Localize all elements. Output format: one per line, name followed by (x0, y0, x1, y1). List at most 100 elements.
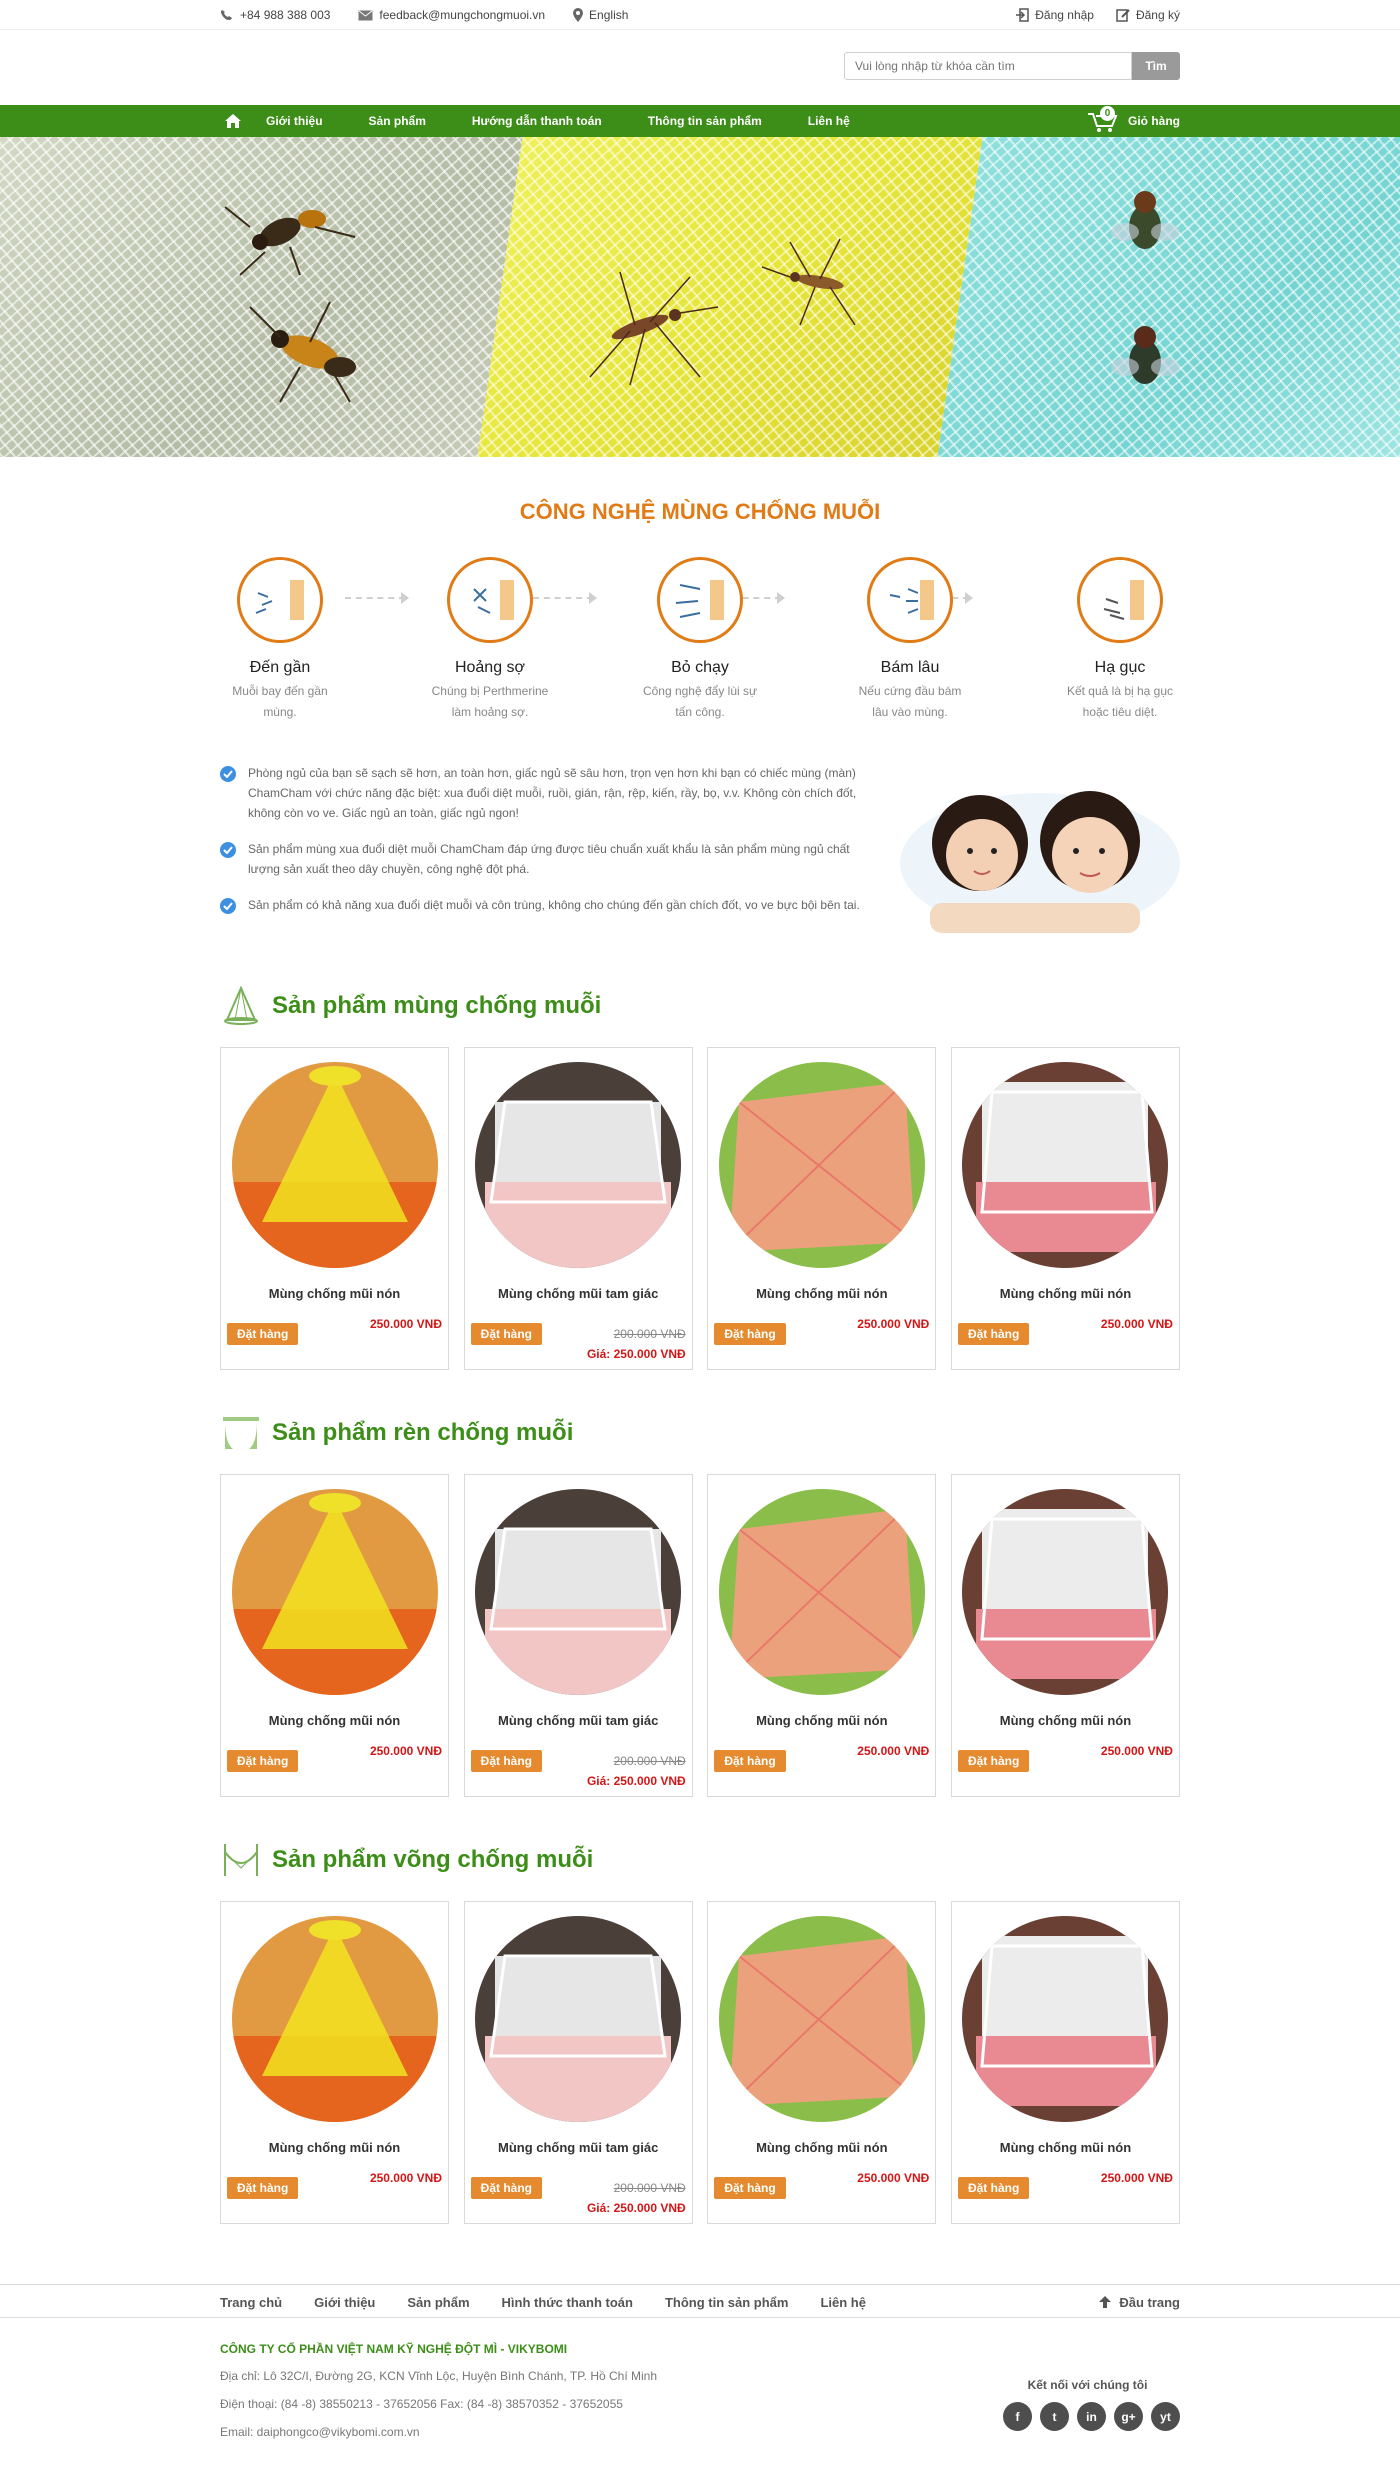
order-button[interactable]: Đặt hàng (957, 2177, 1030, 2199)
product-image[interactable] (231, 1062, 438, 1268)
product-image[interactable] (962, 1062, 1169, 1268)
product-image[interactable] (475, 1062, 682, 1268)
product-card[interactable]: Mùng chống mũi nón Đặt hàng 250.000 VNĐ (707, 1474, 937, 1797)
feature-text: Phòng ngủ của bạn sẽ sạch sẽ hơn, an toà… (248, 766, 857, 820)
login-link[interactable]: Đăng nhập (1015, 8, 1094, 22)
product-name[interactable]: Mùng chống mũi nón (718, 2140, 925, 2155)
facebook-icon[interactable]: f (1003, 2402, 1032, 2431)
section-title: Sản phẩm võng chống muỗi (272, 1846, 594, 1873)
product-card[interactable]: Mùng chống mũi nón Đặt hàng 250.000 VNĐ (707, 1047, 937, 1370)
order-button[interactable]: Đặt hàng (227, 1323, 299, 1345)
nav-item-contact[interactable]: Liên hệ (808, 114, 850, 128)
order-button[interactable]: Đặt hàng (714, 2177, 786, 2199)
step-kill-icon (1077, 557, 1163, 643)
product-card[interactable]: Mùng chống mũi nón Đặt hàng 250.000 VNĐ (950, 1901, 1180, 2224)
product-image[interactable] (962, 1916, 1169, 2122)
tech-step: Đến gần Muỗi bay đến gần mùng. (220, 557, 340, 723)
product-name[interactable]: Mùng chống mũi nón (231, 2140, 438, 2155)
footer-nav: Trang chủ Giới thiệu Sản phẩm Hình thức … (0, 2284, 1400, 2318)
order-button[interactable]: Đặt hàng (470, 1323, 542, 1345)
product-grid: Mùng chống mũi nón Đặt hàng 250.000 VNĐ … (220, 1474, 1180, 1797)
footer-link-product-info[interactable]: Thông tin sản phẩm (665, 2295, 789, 2310)
product-image[interactable] (475, 1916, 682, 2122)
footer-link-contact[interactable]: Liên hệ (820, 2295, 866, 2310)
order-button[interactable]: Đặt hàng (227, 2177, 299, 2199)
search-button[interactable]: Tìm (1132, 52, 1180, 80)
product-image[interactable] (718, 1916, 925, 2122)
order-button[interactable]: Đặt hàng (957, 1750, 1030, 1772)
product-image[interactable] (231, 1916, 438, 2122)
order-button[interactable]: Đặt hàng (714, 1323, 786, 1345)
footer-link-home[interactable]: Trang chủ (220, 2295, 282, 2310)
home-link[interactable] (220, 114, 246, 128)
section-header: Sản phẩm võng chống muỗi (220, 1839, 1180, 1881)
product-card[interactable]: Mùng chống mũi tam giác Đặt hàng 200.000… (463, 1901, 693, 2224)
order-button[interactable]: Đặt hàng (470, 2177, 542, 2199)
product-image[interactable] (475, 1489, 682, 1695)
product-name[interactable]: Mùng chống mũi tam giác (475, 1286, 682, 1301)
product-name[interactable]: Mùng chống mũi nón (718, 1286, 925, 1301)
order-button[interactable]: Đặt hàng (957, 1323, 1030, 1345)
old-price: 200.000 VNĐ (613, 1754, 686, 1768)
product-card[interactable]: Mùng chống mũi nón Đặt hàng 250.000 VNĐ (950, 1047, 1180, 1370)
product-card[interactable]: Mùng chống mũi nón Đặt hàng 250.000 VNĐ (220, 1474, 449, 1797)
nav-item-products[interactable]: Sản phẩm (369, 114, 426, 128)
company-name: CÔNG TY CỔ PHẦN VIỆT NAM KỸ NGHỆ ĐỘT MÌ … (220, 2342, 568, 2356)
product-image[interactable] (718, 1489, 925, 1695)
twitter-icon[interactable]: t (1040, 2402, 1069, 2431)
contact-phone: +84 988 388 003 (220, 8, 330, 22)
order-button[interactable]: Đặt hàng (714, 1750, 786, 1772)
product-name[interactable]: Mùng chống mũi nón (231, 1713, 438, 1728)
product-card[interactable]: Mùng chống mũi tam giác Đặt hàng 200.000… (463, 1474, 693, 1797)
contact-email[interactable]: feedback@mungchongmuoi.vn (358, 8, 545, 22)
back-to-top-label: Đầu trang (1119, 2294, 1180, 2310)
nav-item-product-info[interactable]: Thông tin sản phẩm (648, 114, 762, 128)
product-name[interactable]: Mùng chống mũi tam giác (475, 2140, 682, 2155)
product-name[interactable]: Mùng chống mũi nón (962, 1286, 1169, 1301)
product-image[interactable] (718, 1062, 925, 1268)
product-name[interactable]: Mùng chống mũi nón (962, 1713, 1169, 1728)
nav-item-payment-guide[interactable]: Hướng dẫn thanh toán (472, 114, 602, 128)
section-title: Sản phẩm mùng chống muỗi (272, 992, 602, 1019)
cart-link[interactable]: 0 Giỏ hàng (1088, 106, 1180, 132)
header: Tìm (0, 30, 1400, 105)
search-input[interactable] (844, 52, 1132, 80)
product-image[interactable] (962, 1489, 1169, 1695)
check-icon (220, 842, 236, 858)
language-switch[interactable]: English (573, 8, 628, 22)
product-card[interactable]: Mùng chống mũi tam giác Đặt hàng 200.000… (463, 1047, 693, 1370)
section-title: Sản phẩm rèn chống muỗi (272, 1419, 574, 1446)
step-desc: Công nghệ đẩy lùi sự tấn công. (642, 684, 758, 719)
product-card[interactable]: Mùng chống mũi nón Đặt hàng 250.000 VNĐ (220, 1047, 449, 1370)
hammock-icon (220, 1839, 262, 1881)
google-plus-icon[interactable]: g+ (1114, 2402, 1143, 2431)
product-card[interactable]: Mùng chống mũi nón Đặt hàng 250.000 VNĐ (220, 1901, 449, 2224)
linkedin-icon[interactable]: in (1077, 2402, 1106, 2431)
tech-step: Bám lâu Nếu cứng đầu bám lâu vào mùng. (850, 557, 970, 723)
product-image[interactable] (231, 1489, 438, 1695)
product-card[interactable]: Mùng chống mũi nón Đặt hàng 250.000 VNĐ (707, 1901, 937, 2224)
product-name[interactable]: Mùng chống mũi tam giác (475, 1713, 682, 1728)
order-button[interactable]: Đặt hàng (470, 1750, 542, 1772)
step-name: Bám lâu (880, 659, 940, 676)
social-title: Kết nối với chúng tôi (1027, 2378, 1148, 2392)
product-price: 250.000 VNĐ (857, 2171, 930, 2185)
register-link[interactable]: Đăng ký (1116, 8, 1180, 22)
back-to-top-link[interactable]: Đầu trang (1099, 2295, 1180, 2310)
product-card[interactable]: Mùng chống mũi nón Đặt hàng 250.000 VNĐ (950, 1474, 1180, 1797)
nav-item-intro[interactable]: Giới thiệu (266, 114, 323, 128)
banner-net-yellow (477, 137, 993, 457)
old-price: 200.000 VNĐ (613, 2181, 686, 2195)
order-button[interactable]: Đặt hàng (227, 1750, 299, 1772)
hero-banner (0, 137, 1400, 457)
product-name[interactable]: Mùng chống mũi nón (231, 1286, 438, 1301)
product-name[interactable]: Mùng chống mũi nón (962, 2140, 1169, 2155)
sale-price: Giá: 250.000 VNĐ (586, 1347, 686, 1361)
footer-link-payment[interactable]: Hình thức thanh toán (502, 2295, 633, 2310)
footer-link-intro[interactable]: Giới thiệu (314, 2295, 375, 2310)
footer-link-products[interactable]: Sản phẩm (407, 2295, 469, 2310)
product-name[interactable]: Mùng chống mũi nón (718, 1713, 925, 1728)
search-form: Tìm (844, 52, 1180, 80)
social-block: Kết nối với chúng tôi f t in g+ yt (995, 2378, 1180, 2431)
youtube-icon[interactable]: yt (1151, 2402, 1180, 2431)
